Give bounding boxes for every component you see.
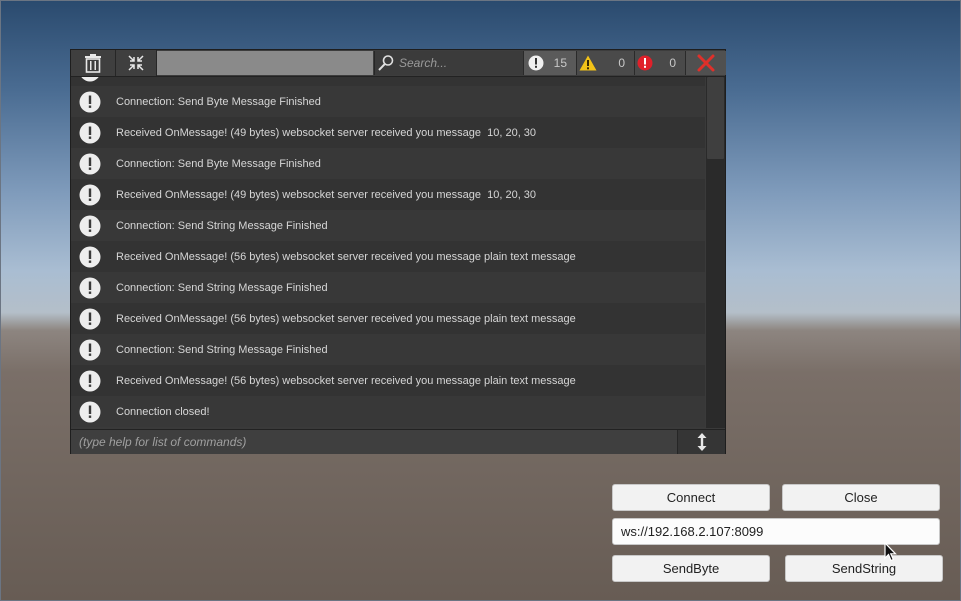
close-icon xyxy=(697,54,715,72)
info-icon xyxy=(79,91,101,112)
info-icon xyxy=(79,153,101,174)
send-string-button[interactable]: SendString xyxy=(785,555,943,582)
warning-count: 0 xyxy=(618,56,625,70)
log-message: Connection: Send String Message Finished xyxy=(116,281,328,294)
log-row[interactable]: Received OnMessage! (56 bytes) websocket… xyxy=(71,303,705,334)
warning-filter-toggle[interactable]: 0 xyxy=(576,51,634,75)
log-message: Received OnMessage! (49 bytes) websocket… xyxy=(116,188,537,201)
debug-console-window: Search... 15 0 0 Connection: Send Byte M… xyxy=(70,49,726,454)
error-icon xyxy=(637,55,653,71)
collapse-button[interactable] xyxy=(116,50,157,76)
info-icon xyxy=(79,246,101,267)
log-row[interactable]: Connection: Send String Message Finished xyxy=(71,334,705,365)
info-count: 15 xyxy=(553,56,567,70)
log-message: Received OnMessage! (56 bytes) websocket… xyxy=(116,374,576,387)
url-input[interactable]: ws://192.168.2.107:8099 xyxy=(612,518,940,545)
toolbar-spacer xyxy=(157,51,373,75)
close-console-button[interactable] xyxy=(685,51,726,75)
info-icon xyxy=(79,215,101,236)
log-row[interactable]: Received OnMessage! (49 bytes) websocket… xyxy=(71,117,705,148)
log-message: Connection closed! xyxy=(116,405,210,418)
log-row[interactable]: Connection: Send String Message Finished xyxy=(71,210,705,241)
log-message: Received OnMessage! (56 bytes) websocket… xyxy=(116,250,576,263)
log-row[interactable]: Connection: Send String Message Finished xyxy=(71,272,705,303)
log-scrollbar[interactable] xyxy=(706,77,725,428)
mouse-cursor-icon xyxy=(884,542,897,562)
collapse-icon xyxy=(128,55,144,71)
resize-button[interactable] xyxy=(678,430,725,454)
console-toolbar: Search... 15 0 0 xyxy=(71,50,726,77)
log-list[interactable]: Connection: Send Byte Message Finished Re… xyxy=(71,77,705,428)
connect-button[interactable]: Connect xyxy=(612,484,770,511)
resize-vertical-icon xyxy=(697,433,706,451)
error-count: 0 xyxy=(669,56,676,70)
log-row-partial xyxy=(71,77,705,86)
scrollbar-thumb[interactable] xyxy=(707,77,724,159)
log-message: Connection: Send Byte Message Finished xyxy=(116,95,321,108)
info-icon xyxy=(79,370,101,391)
log-row[interactable]: Connection closed! xyxy=(71,396,705,427)
log-row[interactable]: Connection: Send Byte Message Finished xyxy=(71,148,705,179)
info-icon xyxy=(79,122,101,143)
log-message: Connection: Send String Message Finished xyxy=(116,343,328,356)
log-message: Connection: Send String Message Finished xyxy=(116,219,328,232)
close-button-label: Close xyxy=(844,490,878,505)
info-icon xyxy=(79,308,101,329)
info-filter-toggle[interactable]: 15 xyxy=(523,51,576,75)
send-byte-button[interactable]: SendByte xyxy=(612,555,770,582)
clear-log-button[interactable] xyxy=(71,50,116,76)
log-row[interactable]: Received OnMessage! (49 bytes) websocket… xyxy=(71,179,705,210)
command-placeholder: (type help for list of commands) xyxy=(79,435,247,449)
connect-button-label: Connect xyxy=(666,490,716,505)
info-icon xyxy=(81,77,99,81)
log-message: Received OnMessage! (49 bytes) websocket… xyxy=(116,126,537,139)
send-byte-label: SendByte xyxy=(662,561,720,576)
search-icon xyxy=(378,55,394,71)
info-icon xyxy=(79,184,101,205)
close-button[interactable]: Close xyxy=(782,484,940,511)
warning-icon xyxy=(579,55,597,71)
log-row[interactable]: Connection: Send Byte Message Finished xyxy=(71,86,705,117)
info-icon xyxy=(79,339,101,360)
url-value: ws://192.168.2.107:8099 xyxy=(621,524,764,539)
error-filter-toggle[interactable]: 0 xyxy=(634,51,685,75)
command-input[interactable]: (type help for list of commands) xyxy=(71,430,678,454)
command-bar: (type help for list of commands) xyxy=(71,429,725,454)
log-row[interactable]: Received OnMessage! (56 bytes) websocket… xyxy=(71,241,705,272)
info-icon xyxy=(79,401,101,422)
search-placeholder: Search... xyxy=(399,56,448,70)
info-icon xyxy=(79,277,101,298)
log-message: Received OnMessage! (56 bytes) websocket… xyxy=(116,312,576,325)
trash-icon xyxy=(85,54,101,73)
log-row[interactable]: Received OnMessage! (56 bytes) websocket… xyxy=(71,365,705,396)
log-message: Connection: Send Byte Message Finished xyxy=(116,157,321,170)
send-string-label: SendString xyxy=(831,561,897,576)
info-icon xyxy=(528,55,544,71)
search-input[interactable]: Search... xyxy=(374,51,524,75)
